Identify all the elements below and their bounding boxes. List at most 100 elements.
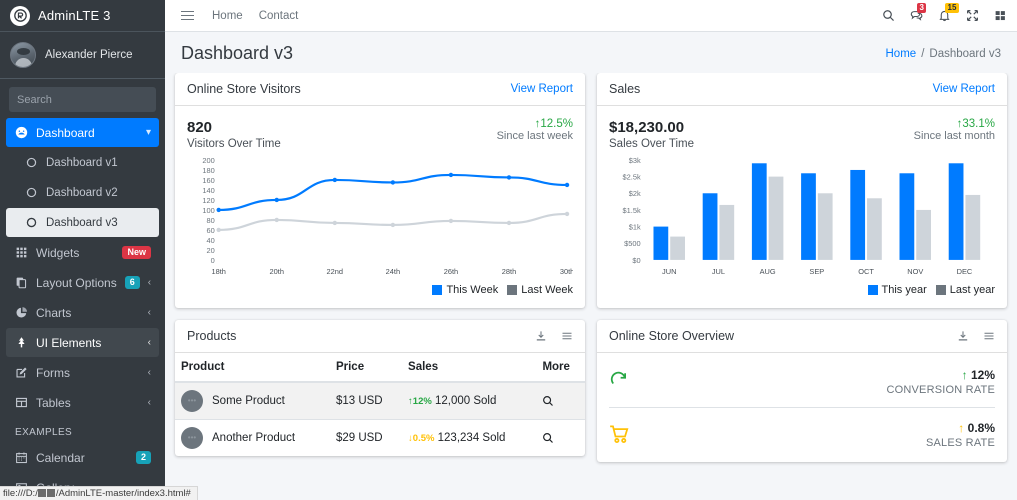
search-icon[interactable] (542, 395, 579, 407)
products-table: Product Price Sales More ••• Some Produc… (175, 352, 585, 456)
brand-title: AdminLTE 3 (38, 8, 111, 23)
navbar-link-home[interactable]: Home (212, 10, 243, 22)
hamburger-icon[interactable] (179, 9, 196, 23)
svg-text:30th: 30th (560, 267, 573, 276)
brand-link[interactable]: AdminLTE 3 (0, 0, 165, 32)
sidebar-item-label: Layout Options (36, 275, 117, 290)
table-header-row: Product Price Sales More (175, 352, 585, 383)
th-icon (14, 246, 28, 259)
column-header-price: Price (329, 352, 403, 383)
column-header-more: More (536, 352, 585, 383)
svg-text:JUN: JUN (662, 267, 676, 276)
svg-text:$3k: $3k (629, 156, 641, 165)
navbar-link-contact[interactable]: Contact (259, 10, 299, 22)
sales-card: Sales View Report $18,230.00 Sales Over … (597, 73, 1007, 308)
sidebar-item-label: Dashboard (36, 125, 95, 140)
breadcrumb-home-link[interactable]: Home (886, 48, 917, 60)
sales-rate-caption: SALES RATE (925, 436, 995, 449)
bar-chart-svg: $0 $500 $1k $1.5k $2k $2.5k $3k JUN JUL AUG SEP OCT… (623, 156, 981, 276)
legend-item-this-year: This year (867, 284, 927, 296)
overview-card-body: ↑ 12% CONVERSION RATE ↑ 0.8% SALES RATE (597, 353, 1007, 462)
visitors-value-label: Visitors Over Time (187, 138, 281, 151)
copy-icon (14, 276, 28, 289)
svg-text:24th: 24th (386, 267, 400, 276)
line-chart-svg: 020406080100120140160180200 18th 20th 22nd 2… (202, 156, 573, 276)
card-title: Sales (609, 82, 641, 96)
arrow-up-icon: ↑ (961, 367, 968, 382)
svg-text:40: 40 (206, 236, 214, 245)
sidebar-item-label: UI Elements (36, 335, 102, 350)
card-title: Online Store Overview (609, 328, 735, 343)
bars-icon[interactable] (561, 330, 573, 342)
bell-icon[interactable]: 15 (938, 3, 959, 22)
sidebar: AdminLTE 3 Alexander Pierce Dashboard ▾ (0, 0, 165, 500)
shopping-cart-icon (609, 424, 635, 444)
sidebar-item-label: Charts (36, 305, 72, 320)
sidebar-section-header: EXAMPLES (15, 427, 73, 438)
bars-icon[interactable] (983, 330, 995, 342)
user-panel[interactable]: Alexander Pierce (0, 32, 165, 79)
sidebar-item-dashboard-v3[interactable]: Dashboard v3 (6, 208, 159, 237)
svg-text:$0: $0 (632, 256, 640, 265)
svg-text:140: 140 (202, 186, 214, 195)
legend-swatch (507, 284, 518, 295)
sidebar-item-widgets[interactable]: Widgets New (6, 238, 159, 267)
card-title: Online Store Visitors (187, 82, 301, 96)
column-header-sales: Sales (402, 352, 537, 383)
product-name: Another Product (212, 431, 296, 444)
table-row[interactable]: ••• Another Product $29 USD ↓0.5% 123,23… (175, 418, 585, 456)
expand-arrows-icon[interactable] (966, 9, 979, 22)
overview-card: Online Store Overview ↑ 12% CONVERSION R… (597, 319, 1007, 462)
table-row[interactable]: ••• Some Product $13 USD ↑12% 12,000 Sol… (175, 381, 585, 420)
products-column: Products Product Price Sales More ••• So… (175, 319, 585, 474)
svg-text:$500: $500 (624, 239, 640, 248)
sidebar-item-ui-elements[interactable]: UI Elements ‹ (6, 328, 159, 357)
sidebar-item-dashboard-v2[interactable]: Dashboard v2 (6, 178, 159, 207)
visitors-line-chart: 0 20 40 60 80 100 120 140 160 180 200 18th 20th 22nd 2… (187, 156, 573, 296)
sidebar-item-charts[interactable]: Charts ‹ (6, 298, 159, 327)
sidebar-item-label: Calendar (36, 450, 85, 465)
sidebar-item-forms[interactable]: Forms ‹ (6, 358, 159, 387)
user-name: Alexander Pierce (45, 49, 133, 61)
sales-card-header: Sales View Report (597, 73, 1007, 106)
breadcrumb-separator: / (921, 47, 925, 60)
legend-swatch (867, 284, 878, 295)
calendar-icon (14, 451, 28, 464)
cell-sales: ↑12% 12,000 Sold (402, 381, 537, 420)
svg-text:NOV: NOV (907, 267, 923, 276)
search-icon[interactable] (542, 432, 579, 444)
sidebar-item-label: Dashboard v2 (46, 186, 118, 199)
view-report-link[interactable]: View Report (933, 83, 995, 95)
circle-o-icon (24, 186, 38, 199)
sidebar-item-label: Widgets (36, 245, 80, 260)
download-icon[interactable] (535, 330, 547, 342)
sidebar-item-tables[interactable]: Tables ‹ (6, 388, 159, 417)
sidebar-item-dashboard-v1[interactable]: Dashboard v1 (6, 148, 159, 177)
sales-chart-legend: This year Last year (609, 284, 995, 296)
cell-more (536, 381, 585, 420)
svg-text:200: 200 (202, 156, 214, 165)
svg-text:$1.5k: $1.5k (623, 206, 641, 215)
view-report-link[interactable]: View Report (511, 83, 573, 95)
conversion-rate-value: ↑ 12% (961, 367, 995, 382)
th-large-icon[interactable] (994, 9, 1007, 22)
search-icon[interactable] (882, 9, 895, 22)
legend-item-last-week: Last Week (507, 284, 573, 296)
cell-sales: ↓0.5% 123,234 Sold (402, 418, 537, 456)
refresh-cycle-icon (609, 371, 635, 391)
sidebar-item-label: Tables (36, 395, 71, 410)
search-input[interactable] (9, 87, 156, 112)
svg-text:SEP: SEP (809, 267, 824, 276)
sidebar-item-dashboard[interactable]: Dashboard ▾ (6, 118, 159, 147)
svg-text:JUL: JUL (712, 267, 725, 276)
sidebar-search (0, 79, 165, 116)
visitors-card: Online Store Visitors View Report 820 Vi… (175, 73, 585, 308)
sidebar-item-calendar[interactable]: Calendar 2 (6, 443, 159, 472)
tree-icon (14, 336, 28, 349)
svg-text:160: 160 (202, 176, 214, 185)
sidebar-item-layout-options[interactable]: Layout Options 6 ‹ (6, 268, 159, 297)
download-icon[interactable] (957, 330, 969, 342)
comments-icon[interactable]: 3 (910, 3, 927, 22)
cell-product: ••• Another Product (175, 418, 330, 456)
status-badge: 6 (124, 275, 140, 290)
